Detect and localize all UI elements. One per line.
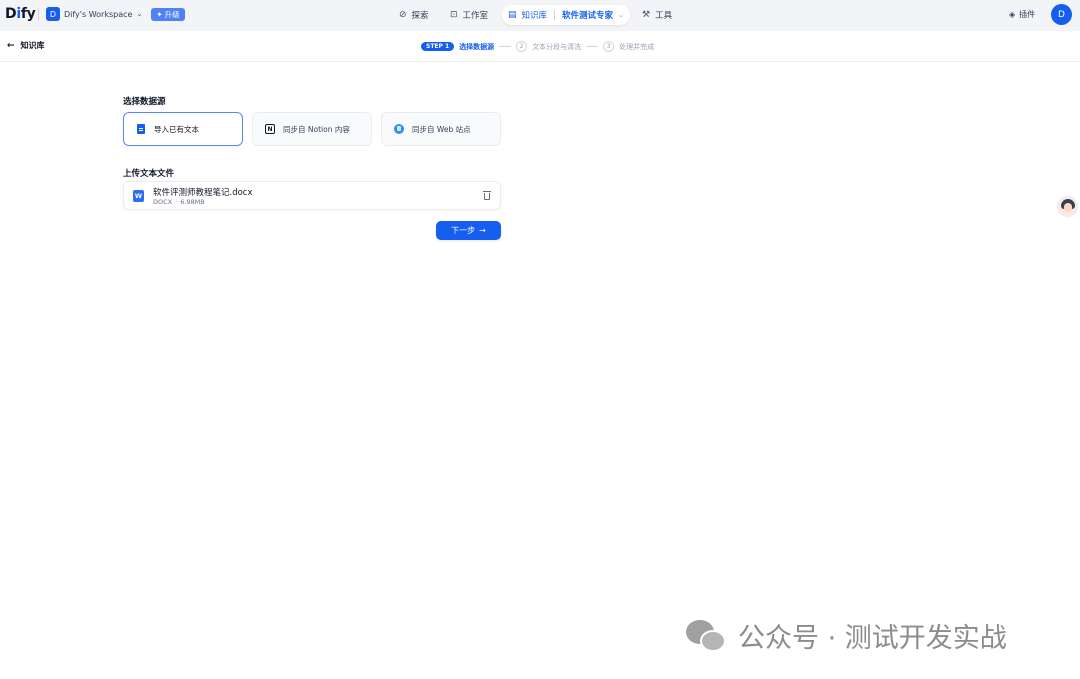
next-step-button[interactable]: 下一步 → — [436, 221, 501, 240]
file-name: 软件评测师教程笔记.docx — [153, 188, 253, 198]
workspace-name: Dify's Workspace — [64, 9, 133, 19]
nav-explore[interactable]: ⊘ 探索 — [393, 5, 435, 25]
notion-icon: N — [265, 123, 275, 135]
word-file-icon: W — [133, 190, 144, 202]
step-2-badge: 2 — [516, 41, 528, 52]
datasource-option-file[interactable]: 导入已有文本 — [123, 112, 243, 146]
arrow-left-icon: ← — [7, 40, 15, 51]
meta-separator: · — [175, 198, 178, 206]
step-3-label: 处理并完成 — [619, 42, 655, 51]
book-icon: ▤ — [508, 10, 517, 20]
arrow-right-icon: → — [479, 226, 486, 235]
wechat-icon — [686, 618, 730, 654]
watermark-text: 公众号 · 测试开发实战 — [738, 623, 1007, 654]
datasource-option-web[interactable]: 同步自 Web 站点 — [381, 112, 501, 146]
chevron-down-icon: ⌄ — [618, 11, 624, 19]
sparkle-icon: ✦ — [156, 9, 163, 19]
plugins-button[interactable]: ◈ 插件 — [1009, 9, 1035, 20]
nav-knowledge[interactable]: ▤ 知识库 软件测试专家 ⌄ — [502, 5, 630, 25]
robot-icon: ⊡ — [450, 10, 458, 20]
upload-title: 上传文本文件 — [123, 169, 175, 179]
user-avatar[interactable]: D — [1051, 4, 1072, 25]
step-2-label: 文本分段与清洗 — [532, 42, 582, 51]
web-icon — [394, 123, 404, 135]
file-text-icon — [136, 123, 146, 135]
divider — [38, 9, 39, 21]
sub-header: ← 知识库 STEP 1 选择数据源 2 文本分段与清洗 3 处理并完成 — [0, 31, 1080, 62]
file-size: 6.98MB — [180, 198, 205, 206]
file-meta: DOCX · 6.98MB — [153, 198, 205, 206]
assistant-avatar[interactable] — [1057, 196, 1078, 217]
back-to-knowledge-button[interactable]: ← 知识库 — [7, 40, 45, 51]
upgrade-button[interactable]: ✦ 升级 — [151, 7, 185, 21]
compass-icon: ⊘ — [399, 10, 407, 20]
step-1-badge: STEP 1 — [421, 42, 455, 51]
delete-file-icon[interactable] — [482, 190, 492, 201]
divider — [554, 10, 556, 20]
datasource-title: 选择数据源 — [123, 97, 166, 107]
step-connector — [586, 46, 599, 47]
current-dataset-selector[interactable]: 软件测试专家 — [562, 9, 613, 21]
dify-logo[interactable]: Dify — [5, 6, 36, 22]
top-navigation-bar: Dify D Dify's Workspace ⌄ ✦ 升级 ⊘ 探索 ⊡ 工作… — [0, 0, 1080, 31]
step-indicator: STEP 1 选择数据源 2 文本分段与清洗 3 处理并完成 — [421, 41, 654, 52]
workspace-avatar: D — [46, 7, 60, 21]
wechat-watermark: 公众号 · 测试开发实战 — [686, 616, 1007, 655]
hammer-icon: ⚒ — [642, 10, 651, 20]
step-1-label: 选择数据源 — [459, 42, 495, 51]
chevron-down-icon: ⌄ — [136, 10, 143, 18]
step-3-badge: 3 — [603, 41, 615, 52]
file-type: DOCX — [153, 198, 173, 206]
uploaded-file-item[interactable]: W 软件评测师教程笔记.docx DOCX · 6.98MB — [123, 181, 501, 210]
nav-tools[interactable]: ⚒ 工具 — [636, 5, 678, 25]
datasource-option-notion[interactable]: N 同步自 Notion 内容 — [252, 112, 372, 146]
nav-studio[interactable]: ⊡ 工作室 — [444, 5, 494, 25]
workspace-switcher[interactable]: D Dify's Workspace ⌄ ✦ 升级 — [46, 7, 185, 21]
cube-icon: ◈ — [1009, 10, 1016, 19]
step-connector — [499, 46, 512, 47]
